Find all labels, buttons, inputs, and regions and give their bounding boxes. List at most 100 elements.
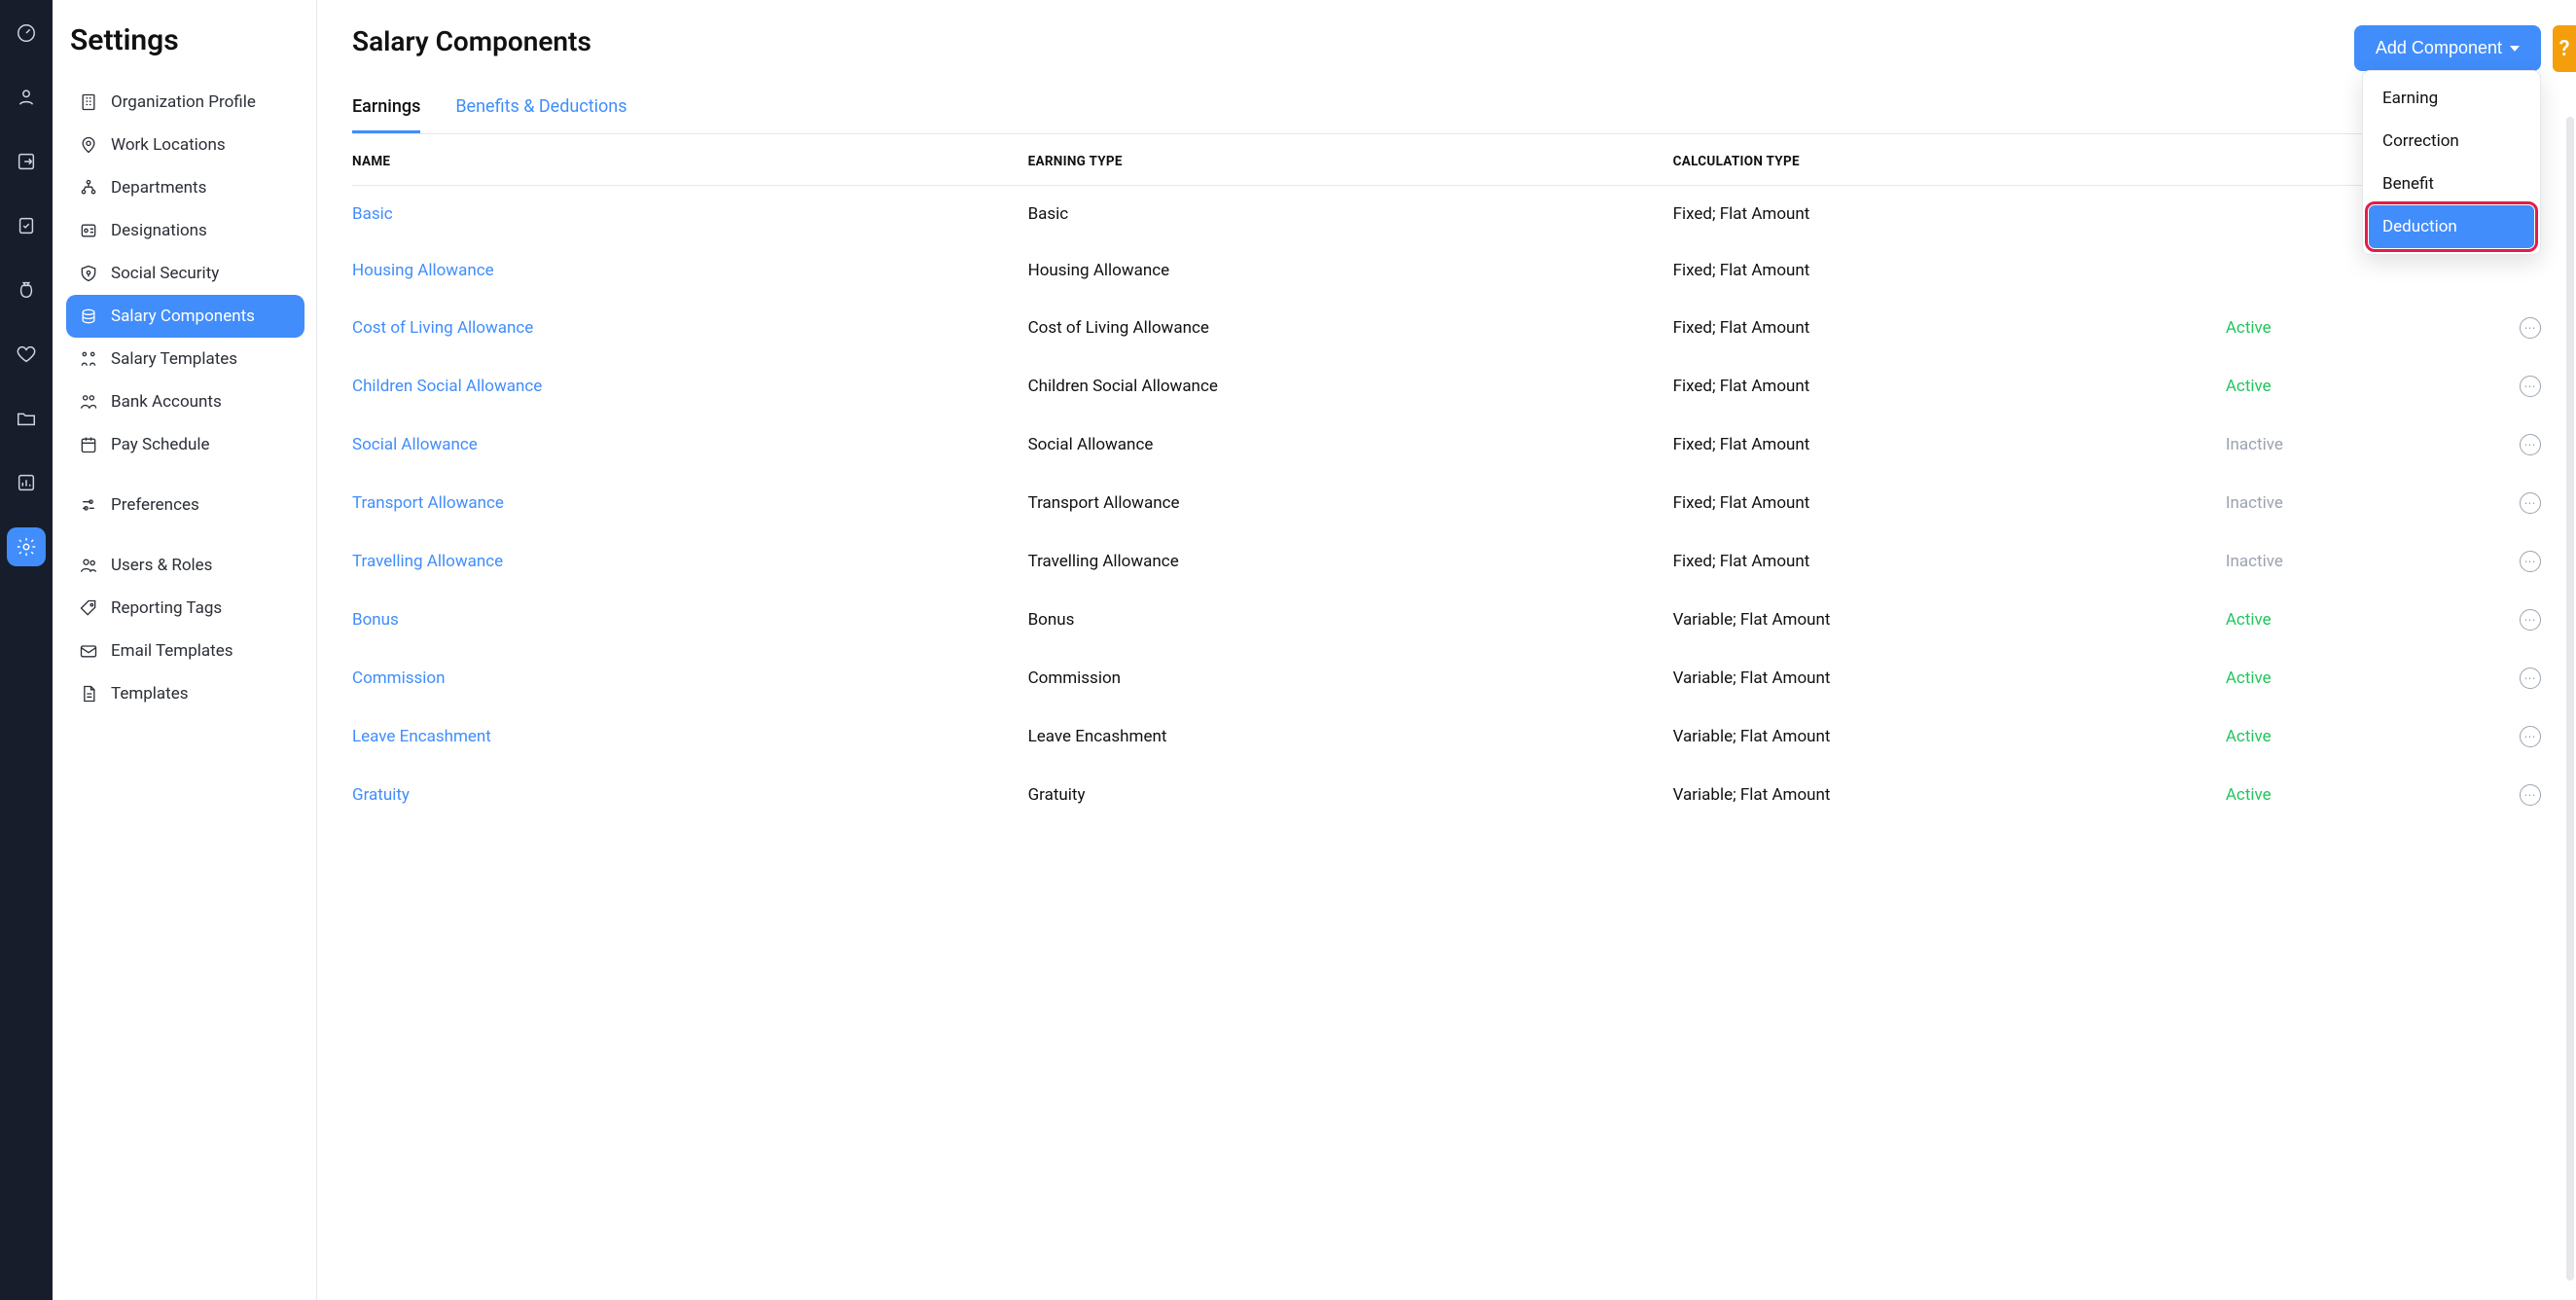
component-name-link[interactable]: Children Social Allowance xyxy=(352,377,542,396)
sidebar-item-bank-accounts[interactable]: Bank Accounts xyxy=(66,380,304,423)
status-cell: Active xyxy=(2226,610,2502,630)
rail-item-box-arrow[interactable] xyxy=(7,142,46,181)
sliders-icon xyxy=(78,495,99,515)
row-more-button[interactable]: ⋯ xyxy=(2520,784,2541,806)
tabs: Earnings Benefits & Deductions xyxy=(352,96,2541,134)
table-row: Travelling Allowance Travelling Allowance… xyxy=(352,532,2541,591)
row-more-button[interactable]: ⋯ xyxy=(2520,492,2541,514)
status-cell: Active xyxy=(2226,785,2502,805)
tab-benefits-deductions[interactable]: Benefits & Deductions xyxy=(455,96,626,133)
tab-earnings[interactable]: Earnings xyxy=(352,96,420,133)
component-name-link[interactable]: Housing Allowance xyxy=(352,261,494,280)
sidebar-item-reporting-tags[interactable]: Reporting Tags xyxy=(66,587,304,630)
component-name-link[interactable]: Travelling Allowance xyxy=(352,552,503,571)
rail-item-money-bag[interactable] xyxy=(7,271,46,309)
component-name-link[interactable]: Commission xyxy=(352,668,445,688)
sidebar-item-users-roles[interactable]: Users & Roles xyxy=(66,544,304,587)
earning-type-cell: Cost of Living Allowance xyxy=(1028,318,1673,338)
chart-icon xyxy=(16,472,37,493)
sidebar-item-pay-schedule[interactable]: Pay Schedule xyxy=(66,423,304,466)
sidebar-item-label: Bank Accounts xyxy=(111,392,222,412)
sidebar-item-salary-templates[interactable]: Salary Templates xyxy=(66,338,304,380)
people-icon xyxy=(16,87,37,108)
row-more-button[interactable]: ⋯ xyxy=(2520,668,2541,689)
scrollbar[interactable] xyxy=(2566,117,2574,1281)
rail-item-checklist[interactable] xyxy=(7,206,46,245)
add-component-button[interactable]: Add Component xyxy=(2354,25,2541,71)
sidebar-item-label: Salary Templates xyxy=(111,349,237,369)
component-name-link[interactable]: Gratuity xyxy=(352,785,410,805)
row-more-button[interactable]: ⋯ xyxy=(2520,551,2541,572)
calc-type-cell: Fixed; Flat Amount xyxy=(1673,552,2226,571)
help-button[interactable]: ? xyxy=(2553,25,2576,72)
calc-type-cell: Fixed; Flat Amount xyxy=(1673,261,2226,280)
rail-item-people[interactable] xyxy=(7,78,46,117)
sidebar-item-label: Social Security xyxy=(111,264,219,283)
row-more-button[interactable]: ⋯ xyxy=(2520,317,2541,339)
users-icon xyxy=(78,556,99,575)
sidebar-item-email-templates[interactable]: Email Templates xyxy=(66,630,304,672)
component-name-link[interactable]: Transport Allowance xyxy=(352,493,504,513)
mail-icon xyxy=(78,641,99,661)
sidebar-item-label: Salary Components xyxy=(111,307,255,326)
sidebar-item-preferences[interactable]: Preferences xyxy=(66,484,304,526)
calc-type-cell: Fixed; Flat Amount xyxy=(1673,377,2226,396)
doc-icon xyxy=(78,684,99,704)
rail-item-folder[interactable] xyxy=(7,399,46,438)
sidebar-item-label: Pay Schedule xyxy=(111,435,210,454)
coins-icon xyxy=(78,307,99,326)
money-bag-icon xyxy=(16,279,37,301)
calc-type-cell: Variable; Flat Amount xyxy=(1673,727,2226,746)
row-more-button[interactable]: ⋯ xyxy=(2520,726,2541,747)
component-name-link[interactable]: Leave Encashment xyxy=(352,727,491,746)
earning-type-cell: Basic xyxy=(1028,204,1673,224)
calc-type-cell: Variable; Flat Amount xyxy=(1673,610,2226,630)
dropdown-item-earning[interactable]: Earning xyxy=(2369,77,2534,120)
dropdown-item-correction[interactable]: Correction xyxy=(2369,120,2534,162)
rail-item-dashboard[interactable] xyxy=(7,14,46,53)
sidebar-item-label: Organization Profile xyxy=(111,92,256,112)
component-name-link[interactable]: Bonus xyxy=(352,610,399,630)
pin-icon xyxy=(78,135,99,155)
component-name-link[interactable]: Social Allowance xyxy=(352,435,478,454)
earning-type-cell: Travelling Allowance xyxy=(1028,552,1673,571)
box-arrow-icon xyxy=(16,151,37,172)
col-name: Name xyxy=(352,154,1028,169)
component-name-link[interactable]: Cost of Living Allowance xyxy=(352,318,533,338)
status-cell: Active xyxy=(2226,377,2502,396)
col-earning-type: Earning Type xyxy=(1028,154,1673,169)
badge-icon xyxy=(78,221,99,240)
folder-icon xyxy=(16,408,37,429)
building-icon xyxy=(78,92,99,112)
add-component-label: Add Component xyxy=(2376,38,2502,58)
sidebar-item-label: Departments xyxy=(111,178,206,198)
row-more-button[interactable]: ⋯ xyxy=(2520,376,2541,397)
sidebar-item-designations[interactable]: Designations xyxy=(66,209,304,252)
row-more-button[interactable]: ⋯ xyxy=(2520,609,2541,631)
table-row: CommissionCommissionVariable; Flat Amoun… xyxy=(352,649,2541,707)
sidebar-item-salary-components[interactable]: Salary Components xyxy=(66,295,304,338)
sidebar-item-templates[interactable]: Templates xyxy=(66,672,304,715)
dropdown-item-deduction[interactable]: Deduction xyxy=(2369,205,2534,248)
component-name-link[interactable]: Basic xyxy=(352,204,393,224)
row-more-button[interactable]: ⋯ xyxy=(2520,434,2541,455)
sidebar-item-label: Email Templates xyxy=(111,641,233,661)
calc-type-cell: Variable; Flat Amount xyxy=(1673,785,2226,805)
sidebar-title: Settings xyxy=(70,23,304,57)
dropdown-item-benefit[interactable]: Benefit xyxy=(2369,162,2534,205)
sidebar-item-label: Preferences xyxy=(111,495,199,515)
status-cell: Active xyxy=(2226,727,2502,746)
sidebar-item-departments[interactable]: Departments xyxy=(66,166,304,209)
table-header: Name Earning Type Calculation Type xyxy=(352,134,2541,186)
sidebar-item-work-locations[interactable]: Work Locations xyxy=(66,124,304,166)
icon-rail xyxy=(0,0,53,1300)
earning-type-cell: Gratuity xyxy=(1028,785,1673,805)
rail-item-chart[interactable] xyxy=(7,463,46,502)
sidebar-item-organization-profile[interactable]: Organization Profile xyxy=(66,81,304,124)
sidebar-item-social-security[interactable]: Social Security xyxy=(66,252,304,295)
rail-item-heart[interactable] xyxy=(7,335,46,374)
calc-type-cell: Fixed; Flat Amount xyxy=(1673,493,2226,513)
settings-icon xyxy=(16,536,37,558)
status-cell: Inactive xyxy=(2226,493,2502,513)
rail-item-settings[interactable] xyxy=(7,527,46,566)
